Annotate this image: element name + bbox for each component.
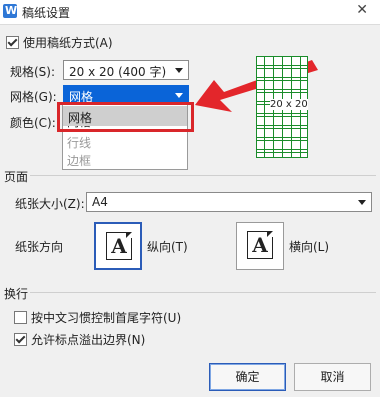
chinese-habit-checkbox[interactable] [14,311,27,324]
red-annotation-box [57,102,194,132]
window-title: 稿纸设置 [22,6,71,20]
app-icon-letter: W [5,4,18,17]
preview-label: 20 x 20 [270,99,308,110]
punctuation-overflow-label: 允许标点溢出边界(N) [31,333,146,347]
portrait-page-icon: A [106,232,132,260]
line-break-section-label: 换行 [4,287,29,301]
spec-select[interactable]: 20 x 20 (400 字) [63,60,189,80]
dropdown-option-border[interactable]: 边框 [67,152,91,169]
wps-app-icon: W [3,4,17,18]
landscape-page-icon: A [247,231,273,259]
ok-button[interactable]: 确定 [209,363,286,391]
portrait-label[interactable]: 纵向(T) [147,238,188,255]
chinese-habit-label: 按中文习惯控制首尾字符(U) [31,311,182,325]
landscape-label[interactable]: 横向(L) [289,238,329,255]
use-grid-label: 使用稿纸方式(A) [23,36,113,50]
close-icon[interactable]: ✕ [356,2,368,18]
color-label: 颜色(C): [10,116,56,130]
spec-label: 规格(S): [10,65,56,79]
cancel-button[interactable]: 取消 [294,363,371,391]
portrait-option[interactable]: A [94,222,142,270]
chevron-down-icon [175,93,183,98]
dropdown-option-lines[interactable]: 行线 [67,134,91,151]
paper-size-select[interactable]: A4 [86,192,372,212]
use-grid-checkbox[interactable] [6,36,19,49]
spec-value: 20 x 20 (400 字) [69,65,167,79]
page-separator [30,175,376,176]
paper-size-label: 纸张大小(Z): [15,197,85,211]
orientation-label: 纸张方向 [15,240,64,254]
title-bar: W 稿纸设置 ✕ [0,0,380,25]
paper-size-value: A4 [92,195,108,209]
grid-type-label: 网格(G): [10,90,57,104]
chevron-down-icon [358,200,366,205]
line-break-separator [30,292,376,293]
chevron-down-icon [175,68,183,73]
landscape-option[interactable]: A [236,222,284,270]
page-section-label: 页面 [4,170,29,184]
punctuation-overflow-checkbox[interactable] [14,333,27,346]
